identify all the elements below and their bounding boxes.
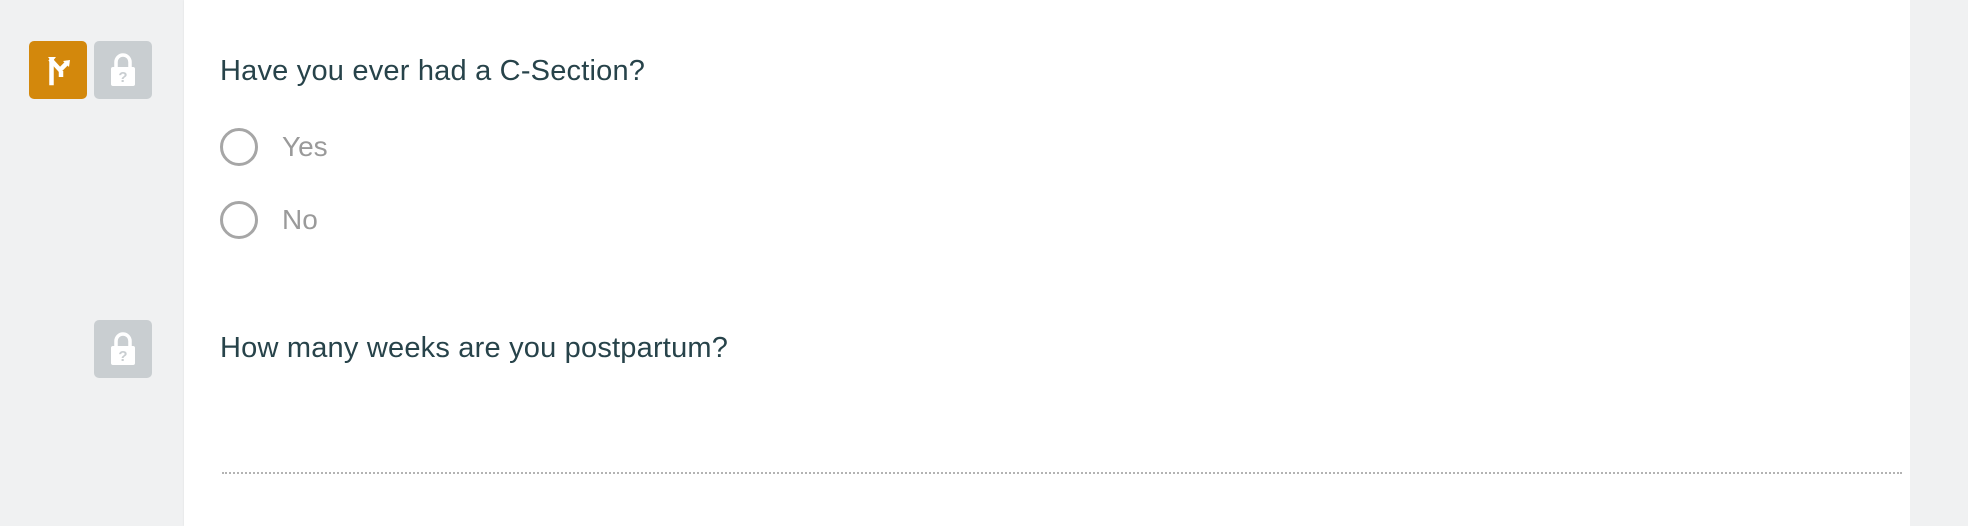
- question-2-title: How many weeks are you postpartum?: [220, 332, 729, 364]
- question-1-title: Have you ever had a C-Section?: [220, 55, 646, 87]
- branch-logic-icon: [48, 57, 70, 86]
- radio-option-label: No: [282, 204, 318, 235]
- radio-button[interactable]: [220, 201, 258, 239]
- svg-text:?: ?: [118, 69, 127, 86]
- branch-logic-badge[interactable]: [29, 41, 87, 99]
- postpartum-weeks-input[interactable]: [222, 432, 1902, 474]
- radio-option-no[interactable]: No: [220, 197, 318, 243]
- left-gutter: [0, 0, 184, 526]
- radio-option-label: Yes: [282, 131, 328, 162]
- locked-question-badge[interactable]: ?: [94, 320, 152, 378]
- radio-option-yes[interactable]: Yes: [220, 124, 328, 170]
- lock-icon: ?: [111, 53, 135, 86]
- svg-text:?: ?: [118, 348, 127, 365]
- lock-icon: ?: [111, 332, 135, 365]
- right-gutter: [1910, 0, 1968, 526]
- locked-question-badge[interactable]: ?: [94, 41, 152, 99]
- radio-button[interactable]: [220, 128, 258, 166]
